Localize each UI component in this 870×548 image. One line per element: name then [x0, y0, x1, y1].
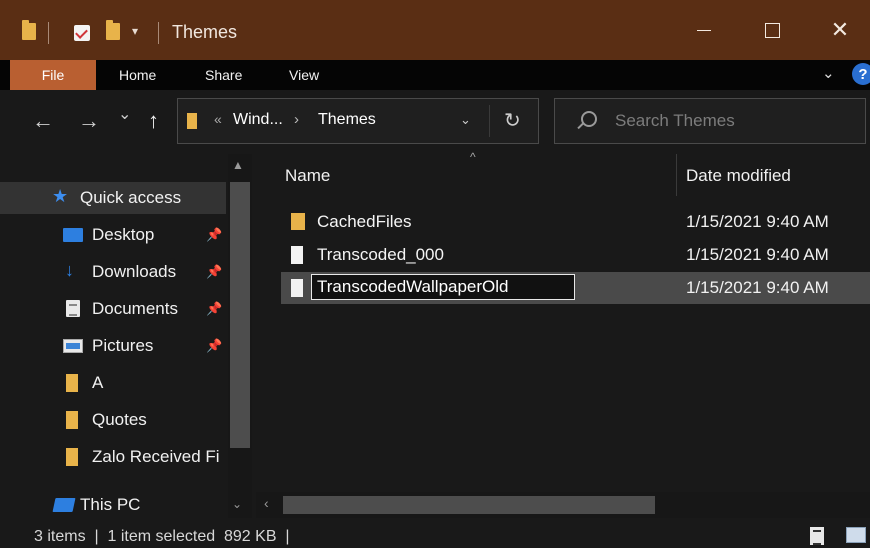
sidebar-item-this-pc[interactable]: This PC	[0, 490, 226, 520]
tab-view[interactable]: View	[289, 60, 319, 90]
quick-access-toolbar-dropdown[interactable]: ▾	[132, 24, 138, 38]
column-header-date-modified[interactable]: Date modified	[686, 166, 791, 186]
sidebar-item-label: Quotes	[92, 410, 147, 429]
sidebar-item-label: Quick access	[80, 188, 182, 207]
ribbon-tabs: File Home Share View ⌄ ?	[0, 60, 870, 90]
tab-share[interactable]: Share	[205, 60, 242, 90]
close-icon: ✕	[830, 17, 850, 42]
folder-icon	[291, 213, 305, 230]
folder-icon	[22, 20, 36, 40]
downloads-icon: ↓	[65, 260, 74, 280]
breadcrumb-themes[interactable]: Themes	[318, 111, 376, 129]
sidebar-item-downloads[interactable]: ↓ Downloads 📌	[0, 256, 226, 288]
desktop-icon	[63, 228, 83, 242]
sidebar-item-label: Downloads	[92, 262, 177, 281]
details-view-icon[interactable]	[810, 527, 824, 545]
sidebar-item-a[interactable]: A	[0, 367, 226, 399]
up-button[interactable]: ↑	[148, 110, 159, 132]
status-text: 3 items | 1 item selected 892 KB |	[34, 528, 290, 545]
search-input[interactable]	[615, 99, 855, 143]
column-header-name[interactable]: Name	[285, 166, 330, 186]
pin-icon[interactable]: 📌	[206, 264, 222, 280]
address-bar[interactable]: « Wind... › Themes ⌄ ↻	[177, 98, 539, 144]
search-icon	[581, 111, 597, 127]
table-row[interactable]: 1/15/2021 9:40 AM	[281, 272, 870, 304]
sort-ascending-icon: ^	[470, 150, 476, 164]
folder-icon	[187, 113, 197, 129]
file-date: 1/15/2021 9:40 AM	[686, 245, 829, 264]
file-icon	[291, 246, 303, 264]
documents-icon	[66, 300, 80, 317]
window-title: Themes	[172, 22, 238, 42]
sidebar-item-quotes[interactable]: Quotes	[0, 404, 226, 436]
sidebar-item-label: Desktop	[92, 225, 155, 244]
column-divider[interactable]	[676, 154, 677, 196]
divider	[489, 105, 490, 137]
folder-icon	[66, 448, 78, 466]
file-icon	[291, 279, 303, 297]
navigation-bar: ← → ⌄ ↑ « Wind... › Themes ⌄ ↻	[0, 90, 870, 154]
expand-ribbon-chevron-icon[interactable]: ⌄	[822, 64, 835, 82]
file-name: CachedFiles	[317, 212, 412, 231]
pictures-icon	[63, 339, 83, 353]
breadcrumb-windows[interactable]: Wind...	[233, 111, 283, 129]
maximize-icon	[764, 22, 780, 38]
scroll-down-icon[interactable]: ⌄	[232, 497, 242, 511]
horizontal-scrollbar-thumb[interactable]	[283, 496, 655, 514]
pin-icon[interactable]: 📌	[206, 338, 222, 354]
pin-icon[interactable]: 📌	[206, 301, 222, 317]
refresh-icon[interactable]: ↻	[504, 108, 521, 133]
pc-icon	[52, 498, 76, 512]
table-row[interactable]: CachedFiles 1/15/2021 9:40 AM	[281, 206, 870, 238]
sidebar-item-zalo-received-files[interactable]: Zalo Received Fi	[0, 441, 226, 473]
minimize-button[interactable]	[670, 0, 738, 60]
sidebar-item-quick-access[interactable]: ★ Quick access	[0, 182, 226, 214]
folder-icon	[66, 374, 78, 392]
help-icon[interactable]: ?	[852, 63, 870, 85]
file-date: 1/15/2021 9:40 AM	[686, 212, 829, 231]
rename-input[interactable]	[311, 274, 575, 300]
pin-icon[interactable]: 📌	[206, 227, 222, 243]
divider	[48, 22, 49, 44]
large-icons-view-icon[interactable]	[846, 527, 866, 543]
file-name: Transcoded_000	[317, 245, 444, 264]
sidebar-scrollbar-thumb[interactable]	[230, 182, 250, 448]
scroll-left-icon[interactable]: ‹	[264, 495, 269, 511]
minimize-icon	[697, 29, 711, 31]
folder-icon	[66, 411, 78, 429]
tab-home[interactable]: Home	[119, 60, 156, 90]
table-row[interactable]: Transcoded_000 1/15/2021 9:40 AM	[281, 239, 870, 271]
address-overflow-chevron[interactable]: «	[214, 111, 222, 127]
forward-button[interactable]: →	[78, 110, 100, 132]
back-button[interactable]: ←	[32, 110, 54, 132]
sidebar-item-label: Documents	[92, 299, 178, 318]
sidebar-item-label: This PC	[80, 495, 141, 514]
divider	[158, 22, 159, 44]
recent-locations-button[interactable]: ⌄	[118, 104, 131, 126]
scroll-up-icon[interactable]: ▲	[232, 158, 244, 172]
star-icon: ★	[52, 186, 69, 206]
sidebar-item-label: Zalo Received Fi	[92, 447, 220, 466]
search-box[interactable]	[554, 98, 866, 144]
close-button[interactable]: ✕	[806, 0, 870, 60]
tab-file[interactable]: File	[10, 60, 96, 90]
breadcrumb-separator-icon[interactable]: ›	[294, 111, 299, 128]
new-folder-icon[interactable]	[106, 20, 120, 40]
sidebar-item-documents[interactable]: Documents 📌	[0, 293, 226, 325]
sidebar-item-desktop[interactable]: Desktop 📌	[0, 219, 226, 251]
sidebar-item-pictures[interactable]: Pictures 📌	[0, 330, 226, 362]
maximize-button[interactable]	[738, 0, 806, 60]
sidebar-item-label: Pictures	[92, 336, 154, 355]
file-date: 1/15/2021 9:40 AM	[686, 278, 829, 297]
sidebar-item-label: A	[92, 373, 104, 392]
title-bar: ▾ Themes ✕	[0, 0, 870, 60]
properties-checkbox-icon[interactable]	[74, 25, 90, 41]
status-bar: 3 items | 1 item selected 892 KB |	[0, 518, 870, 548]
address-dropdown-icon[interactable]: ⌄	[460, 112, 471, 128]
